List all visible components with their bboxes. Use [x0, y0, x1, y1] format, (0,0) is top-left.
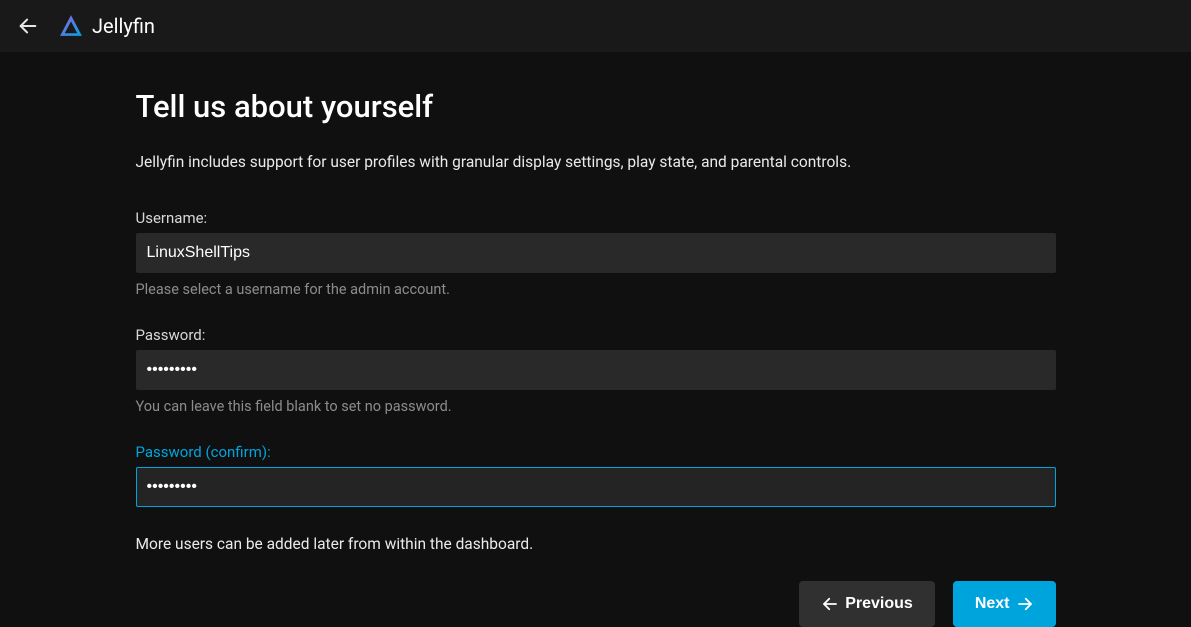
- username-input[interactable]: [136, 233, 1056, 273]
- arrow-left-icon: [821, 595, 839, 613]
- next-button-label: Next: [975, 595, 1010, 613]
- arrow-right-icon: [1016, 595, 1034, 613]
- password-help: You can leave this field blank to set no…: [136, 398, 1056, 415]
- password-field-group: Password: You can leave this field blank…: [136, 326, 1056, 415]
- wizard-content: Tell us about yourself Jellyfin includes…: [136, 52, 1056, 627]
- jellyfin-logo-icon: [58, 13, 84, 39]
- app-logo: Jellyfin: [58, 13, 155, 39]
- previous-button-label: Previous: [845, 595, 913, 613]
- password-input[interactable]: [136, 350, 1056, 390]
- password-confirm-label: Password (confirm):: [136, 443, 1056, 461]
- page-footnote: More users can be added later from withi…: [136, 535, 1056, 553]
- back-button[interactable]: [12, 10, 44, 42]
- password-label: Password:: [136, 326, 1056, 344]
- username-label: Username:: [136, 209, 1056, 227]
- app-header: Jellyfin: [0, 0, 1191, 52]
- page-intro: Jellyfin includes support for user profi…: [136, 153, 1056, 171]
- page-title: Tell us about yourself: [136, 88, 1056, 125]
- username-field-group: Username: Please select a username for t…: [136, 209, 1056, 298]
- app-name: Jellyfin: [92, 14, 155, 38]
- previous-button[interactable]: Previous: [799, 581, 935, 627]
- username-help: Please select a username for the admin a…: [136, 281, 1056, 298]
- wizard-button-row: Previous Next: [136, 581, 1056, 627]
- password-confirm-input[interactable]: [136, 467, 1056, 507]
- next-button[interactable]: Next: [953, 581, 1056, 627]
- password-confirm-field-group: Password (confirm):: [136, 443, 1056, 507]
- arrow-left-icon: [17, 15, 39, 37]
